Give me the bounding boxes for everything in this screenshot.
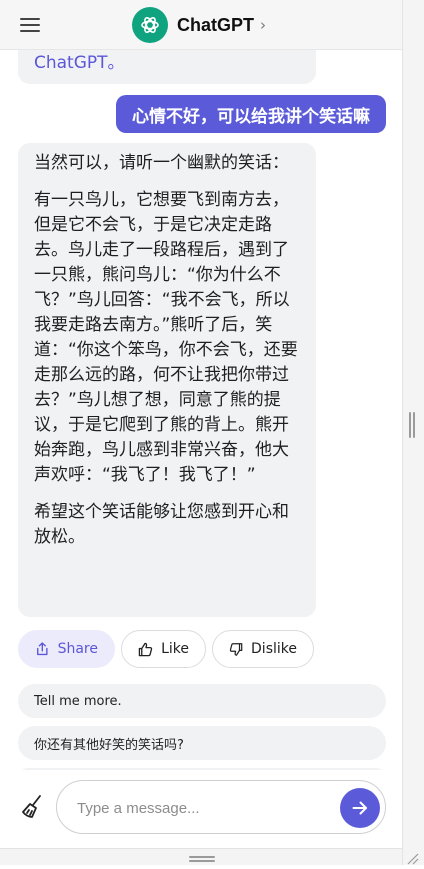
bottom-resize-handle-icon[interactable] bbox=[189, 856, 215, 862]
dislike-label: Dislike bbox=[251, 641, 297, 657]
assistant-paragraph: 希望这个笑话能够让您感到开心和放松。 bbox=[34, 502, 289, 547]
dislike-button[interactable]: Dislike bbox=[212, 630, 314, 668]
like-button[interactable]: Like bbox=[121, 630, 206, 668]
hamburger-menu-icon[interactable] bbox=[18, 14, 42, 36]
suggestion-chip[interactable]: Tell me more. bbox=[18, 684, 386, 718]
chat-scroll-area[interactable]: ChatGPT。 心情不好，可以给我讲个笑话嘛 当然可以，请听一个幽默的笑话： … bbox=[0, 50, 402, 770]
share-label: Share bbox=[57, 641, 98, 657]
resize-handle-icon[interactable] bbox=[409, 412, 415, 438]
user-message: 心情不好，可以给我讲个笑话嘛 bbox=[116, 95, 386, 133]
send-button[interactable] bbox=[340, 788, 380, 828]
app-title: ChatGPT bbox=[177, 14, 255, 35]
thumbs-up-icon bbox=[138, 642, 153, 656]
thumbs-down-icon bbox=[229, 642, 243, 656]
assistant-message: 当然可以，请听一个幽默的笑话： 有一只鸟儿，它想要飞到南方去，但是它不会飞，于是… bbox=[18, 143, 316, 617]
chevron-right-icon: › bbox=[260, 16, 267, 34]
app-header: ChatGPT › bbox=[0, 0, 402, 50]
message-composer bbox=[0, 770, 402, 848]
openai-logo-icon bbox=[132, 7, 168, 43]
previous-assistant-text: ChatGPT。 bbox=[34, 53, 125, 73]
previous-assistant-message: ChatGPT。 bbox=[18, 50, 316, 84]
model-switcher[interactable]: ChatGPT › bbox=[132, 7, 266, 43]
corner-resize-grip-icon[interactable] bbox=[405, 850, 419, 865]
assistant-paragraph: 有一只鸟儿，它想要飞到南方去，但是它不会飞，于是它决定走路去。鸟儿走了一段路程后… bbox=[34, 190, 298, 485]
broom-icon[interactable] bbox=[18, 792, 48, 822]
arrow-right-icon bbox=[352, 801, 367, 815]
share-icon bbox=[37, 642, 48, 656]
message-input-wrapper bbox=[56, 780, 386, 834]
like-label: Like bbox=[161, 641, 189, 657]
share-button[interactable]: Share bbox=[18, 630, 115, 668]
assistant-paragraph: 当然可以，请听一个幽默的笑话： bbox=[34, 153, 289, 173]
message-actions: Share Like Dislike bbox=[18, 630, 314, 668]
message-input[interactable] bbox=[75, 795, 329, 821]
suggestion-chip[interactable]: 你还有其他好笑的笑话吗? bbox=[18, 726, 386, 760]
